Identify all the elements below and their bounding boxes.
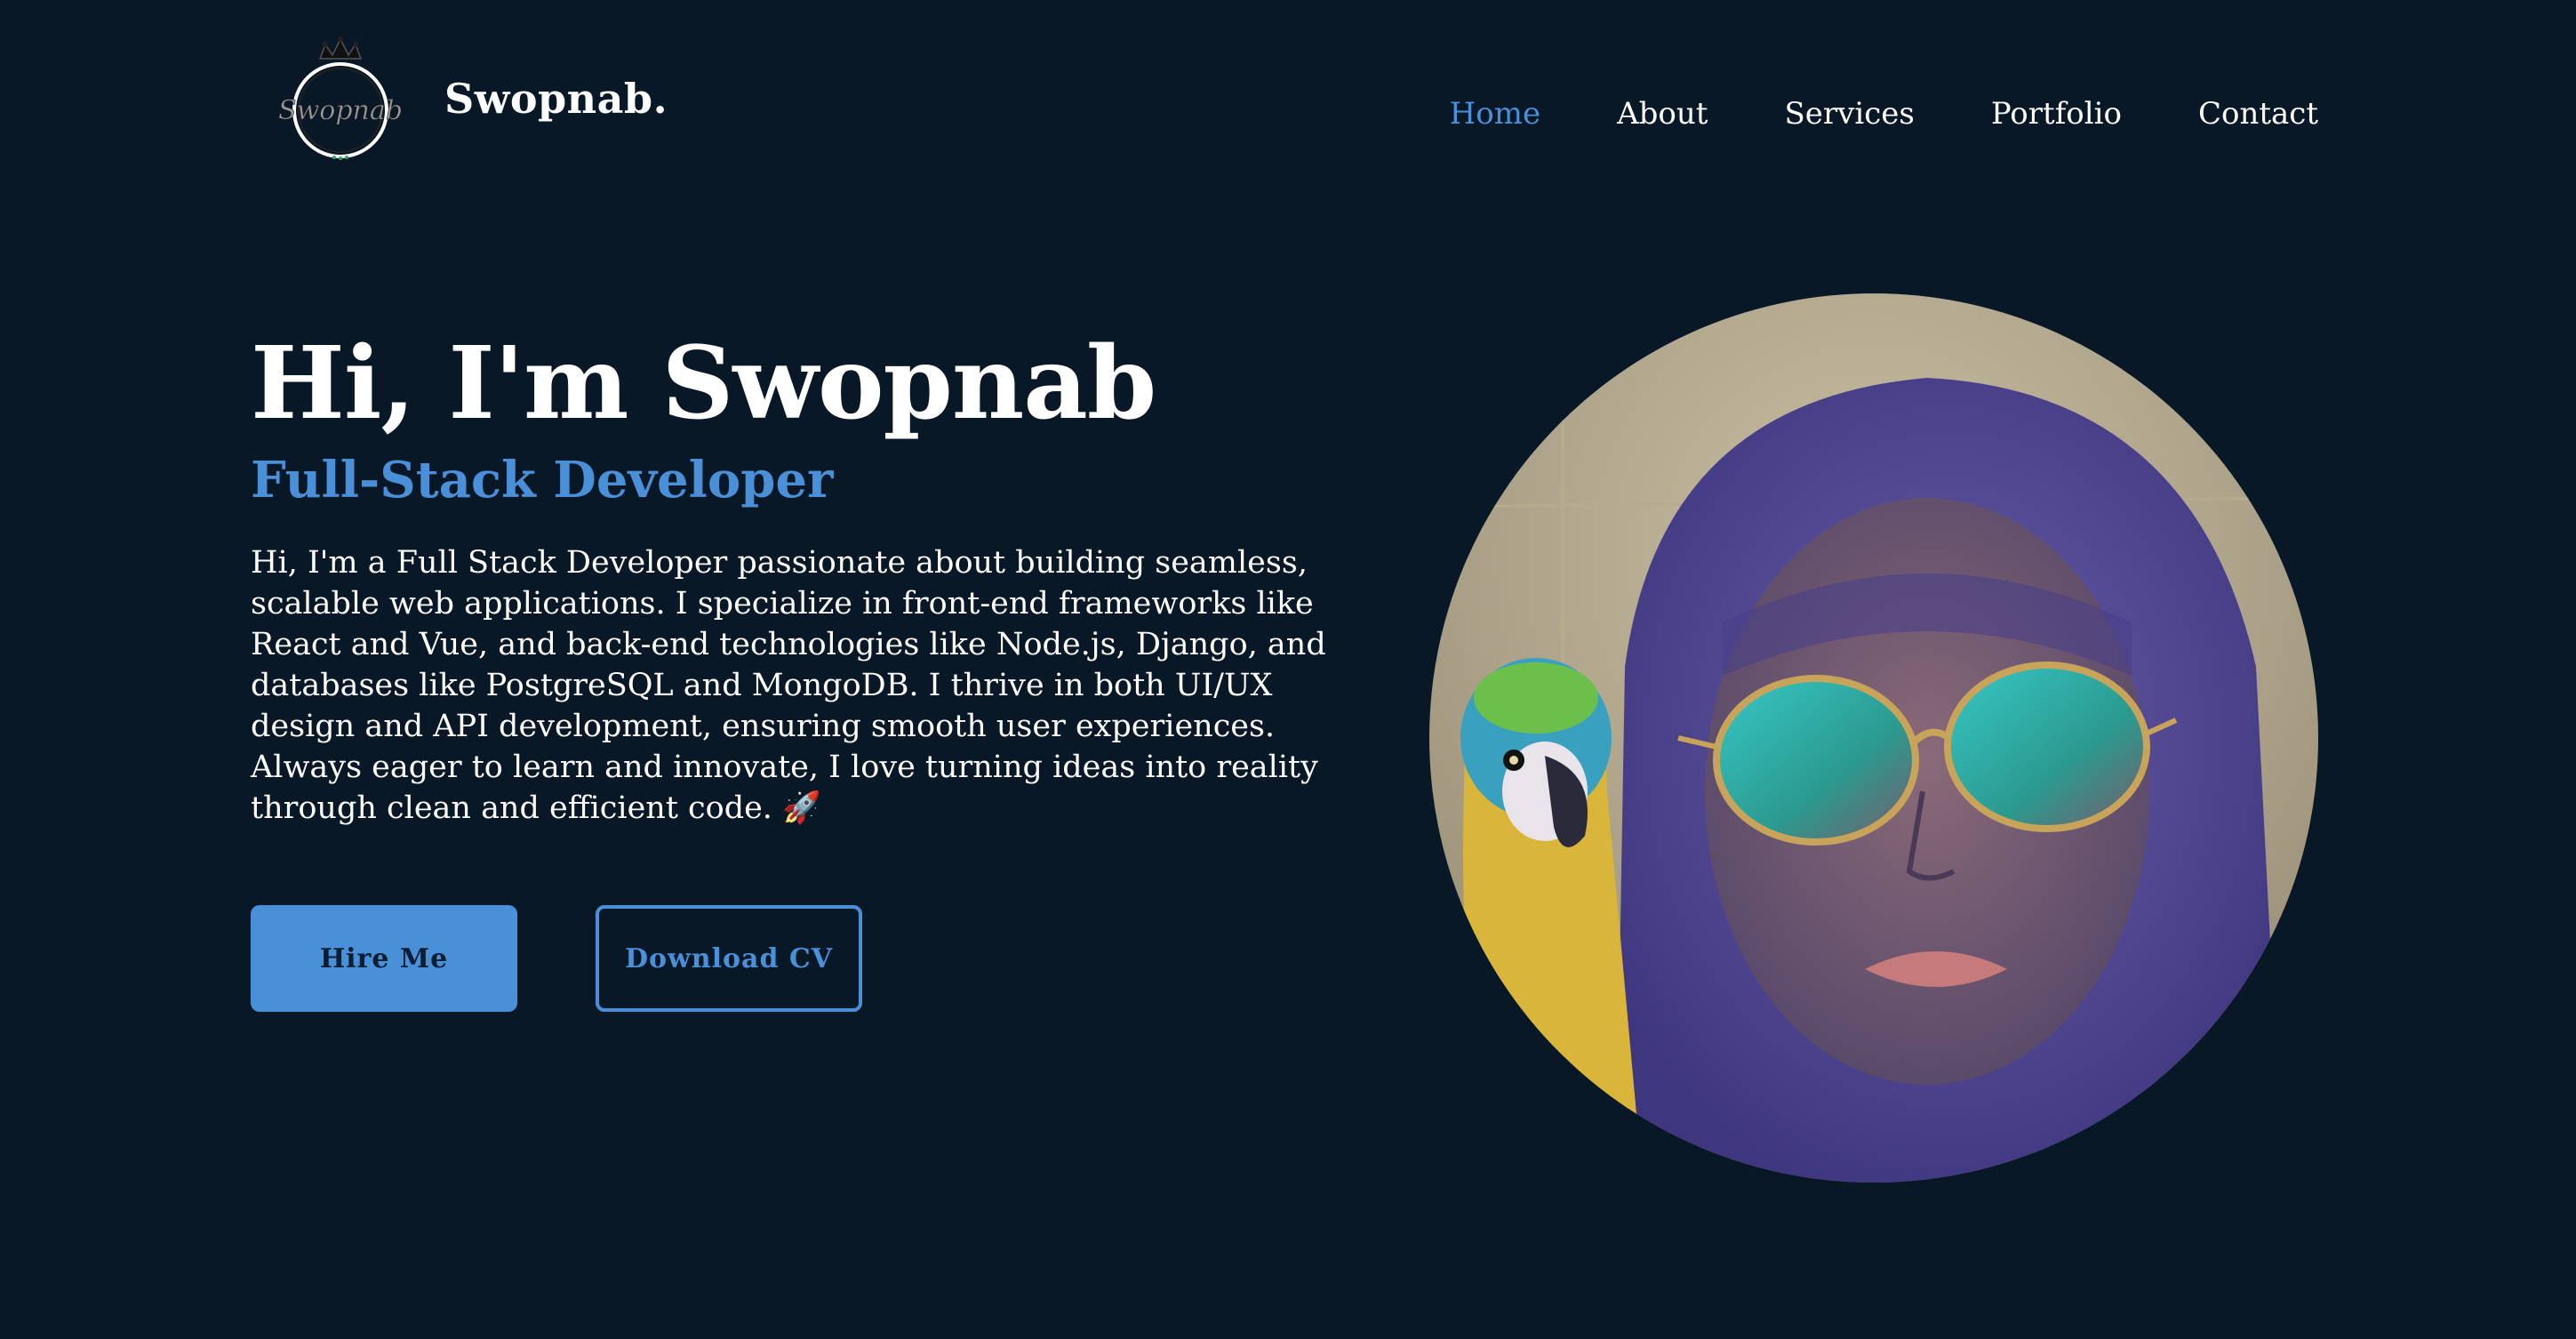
nav-item-portfolio[interactable]: Portfolio [1991,96,2122,132]
download-cv-button[interactable]: Download CV [596,905,862,1013]
hero-description: Hi, I'm a Full Stack Developer passionat… [251,545,1326,827]
hero-section: Hi, I'm Swopnab Full-Stack Developer Hi,… [251,325,1362,1013]
nav-item-about[interactable]: About [1617,96,1708,132]
navbar: Swopnab Swopnab. Home About Services Por… [0,0,2576,240]
brand-name: Swopnab. [444,75,668,123]
hero-title: Hi, I'm Swopnab [251,325,1156,442]
nav-item-services[interactable]: Services [1784,96,1914,132]
nav-menu: Home About Services Portfolio Contact [1373,96,2318,132]
hero-buttons: Hire Me Download CV [251,905,1362,1013]
hire-me-button[interactable]: Hire Me [251,905,517,1013]
nav-item-home[interactable]: Home [1450,96,1540,132]
brand-link[interactable]: Swopnab Swopnab. [274,32,668,165]
nav-item-contact[interactable]: Contact [2198,96,2318,132]
logo-signature-text: Swopnab [278,95,403,126]
logo-icon: Swopnab [274,32,407,165]
profile-photo [1429,293,2318,1183]
hero-subtitle: Full-Stack Developer [251,451,834,510]
profile-photo-icon [1429,293,2318,1183]
